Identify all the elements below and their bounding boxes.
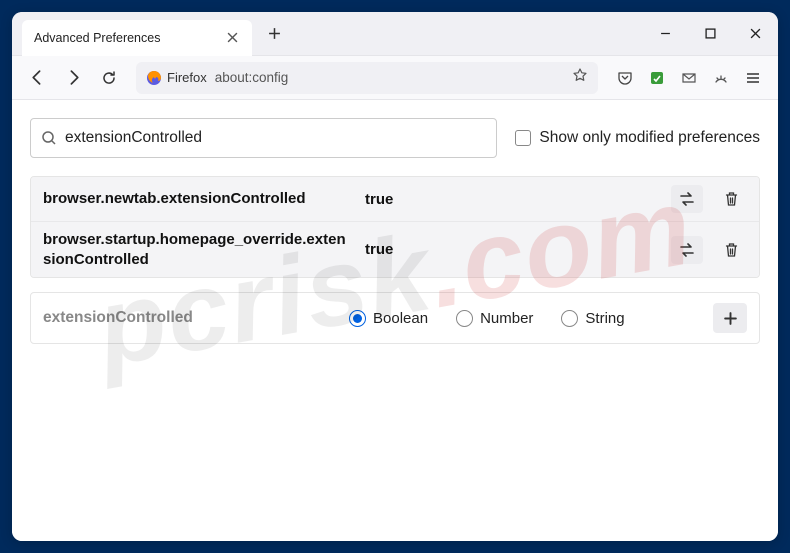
modified-only-checkbox[interactable]: Show only modified preferences bbox=[515, 129, 760, 147]
search-text: extensionControlled bbox=[65, 129, 486, 147]
search-row: extensionControlled Show only modified p… bbox=[30, 118, 760, 158]
brand-label: Firefox bbox=[167, 70, 207, 85]
firefox-brand: Firefox bbox=[146, 70, 207, 86]
address-bar[interactable]: Firefox about:config bbox=[136, 62, 598, 94]
pocket-icon[interactable] bbox=[610, 63, 640, 93]
pref-name: browser.newtab.extensionControlled bbox=[43, 189, 353, 209]
toggle-button[interactable] bbox=[671, 185, 703, 213]
maximize-button[interactable] bbox=[688, 14, 733, 54]
radio-icon bbox=[349, 310, 366, 327]
mail-icon[interactable] bbox=[674, 63, 704, 93]
new-pref-name: extensionControlled bbox=[43, 309, 333, 327]
pref-row[interactable]: browser.newtab.extensionControlled true bbox=[31, 177, 759, 222]
add-pref-button[interactable] bbox=[713, 303, 747, 333]
preferences-list: browser.newtab.extensionControlled true … bbox=[30, 176, 760, 278]
browser-window: Advanced Preferences Firefox about:confi… bbox=[12, 12, 778, 541]
radio-label: Boolean bbox=[373, 310, 428, 327]
back-button[interactable] bbox=[22, 63, 52, 93]
window-controls bbox=[643, 14, 778, 54]
dashboard-icon[interactable] bbox=[706, 63, 736, 93]
radio-boolean[interactable]: Boolean bbox=[349, 310, 428, 327]
title-bar: Advanced Preferences bbox=[12, 12, 778, 56]
reload-button[interactable] bbox=[94, 63, 124, 93]
pref-value: true bbox=[365, 241, 659, 258]
new-tab-button[interactable] bbox=[260, 20, 288, 48]
pref-name: browser.startup.homepage_override.extens… bbox=[43, 230, 353, 269]
radio-label: String bbox=[585, 310, 624, 327]
minimize-button[interactable] bbox=[643, 14, 688, 54]
menu-button[interactable] bbox=[738, 63, 768, 93]
search-icon bbox=[41, 130, 57, 146]
forward-button[interactable] bbox=[58, 63, 88, 93]
toggle-button[interactable] bbox=[671, 236, 703, 264]
radio-icon bbox=[456, 310, 473, 327]
delete-button[interactable] bbox=[715, 185, 747, 213]
url-text: about:config bbox=[215, 70, 564, 85]
bookmark-star-icon[interactable] bbox=[572, 67, 588, 88]
radio-string[interactable]: String bbox=[561, 310, 624, 327]
pref-row[interactable]: browser.startup.homepage_override.extens… bbox=[31, 222, 759, 277]
page-content: extensionControlled Show only modified p… bbox=[12, 100, 778, 541]
radio-label: Number bbox=[480, 310, 533, 327]
checkbox-icon bbox=[515, 130, 531, 146]
toolbar-icons bbox=[610, 63, 768, 93]
radio-icon bbox=[561, 310, 578, 327]
pref-value: true bbox=[365, 191, 659, 208]
radio-number[interactable]: Number bbox=[456, 310, 533, 327]
new-pref-row: extensionControlled Boolean Number Strin… bbox=[30, 292, 760, 344]
delete-button[interactable] bbox=[715, 236, 747, 264]
close-window-button[interactable] bbox=[733, 14, 778, 54]
search-input[interactable]: extensionControlled bbox=[30, 118, 497, 158]
close-tab-icon[interactable] bbox=[224, 30, 240, 46]
browser-tab[interactable]: Advanced Preferences bbox=[22, 20, 252, 56]
type-radios: Boolean Number String bbox=[349, 310, 697, 327]
extension-icon[interactable] bbox=[642, 63, 672, 93]
checkbox-label: Show only modified preferences bbox=[539, 129, 760, 147]
nav-toolbar: Firefox about:config bbox=[12, 56, 778, 100]
tab-title: Advanced Preferences bbox=[34, 31, 216, 45]
firefox-logo-icon bbox=[146, 70, 162, 86]
